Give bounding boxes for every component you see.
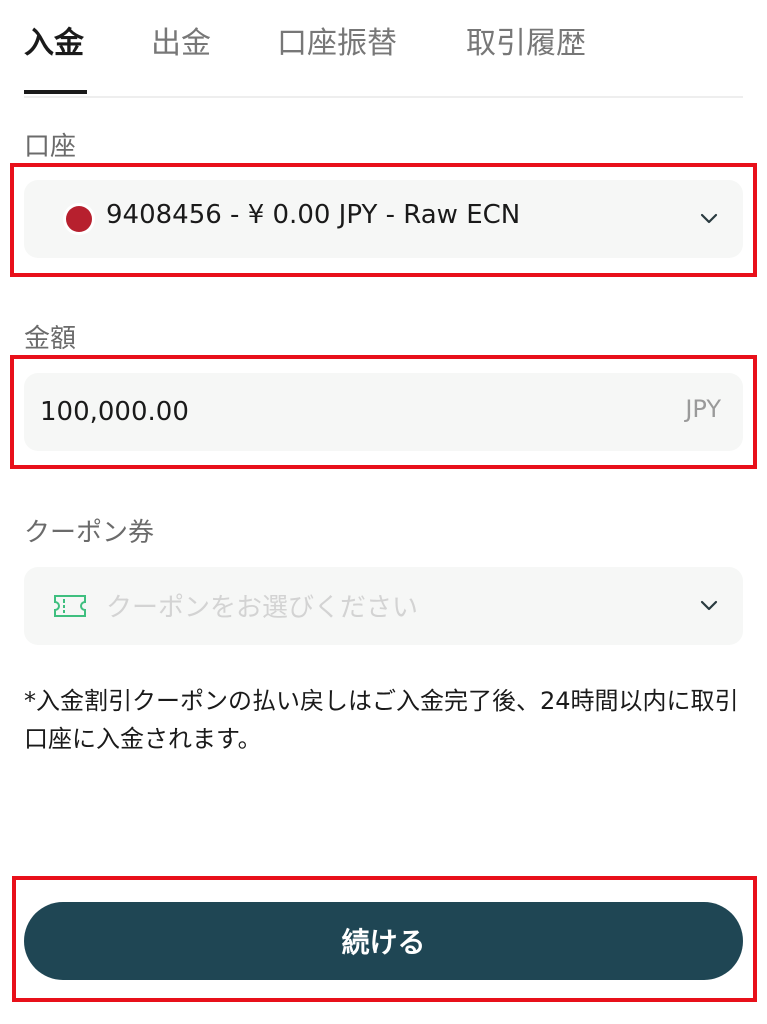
chevron-down-icon <box>700 213 718 224</box>
tab-withdraw[interactable]: 出金 <box>151 18 211 62</box>
tab-bar: 入金 出金 口座振替 取引履歴 <box>24 0 743 98</box>
account-selected-value: 9408456 - ¥ 0.00 JPY - Raw ECN <box>106 200 521 230</box>
amount-input[interactable] <box>40 373 640 451</box>
account-select[interactable]: 9408456 - ¥ 0.00 JPY - Raw ECN <box>24 180 743 258</box>
continue-button[interactable]: 続ける <box>24 902 743 980</box>
tab-history[interactable]: 取引履歴 <box>466 18 586 62</box>
coupon-placeholder: クーポンをお選びください <box>106 593 419 623</box>
currency-suffix: JPY <box>685 395 721 423</box>
account-label: 口座 <box>24 132 77 162</box>
coupon-select[interactable]: クーポンをお選びください <box>24 567 743 645</box>
japan-flag-icon <box>66 206 92 232</box>
amount-field[interactable]: JPY <box>24 373 743 451</box>
active-tab-indicator <box>24 90 87 94</box>
tab-transfer[interactable]: 口座振替 <box>277 18 397 62</box>
chevron-down-icon <box>700 600 718 611</box>
tab-deposit[interactable]: 入金 <box>24 18 84 62</box>
amount-label: 金額 <box>24 324 77 354</box>
coupon-label: クーポン券 <box>24 518 155 548</box>
ticket-icon <box>54 595 86 617</box>
coupon-refund-note: *入金割引クーポンの払い戻しはご入金完了後、24時間以内に取引口座に入金されます… <box>24 687 739 753</box>
